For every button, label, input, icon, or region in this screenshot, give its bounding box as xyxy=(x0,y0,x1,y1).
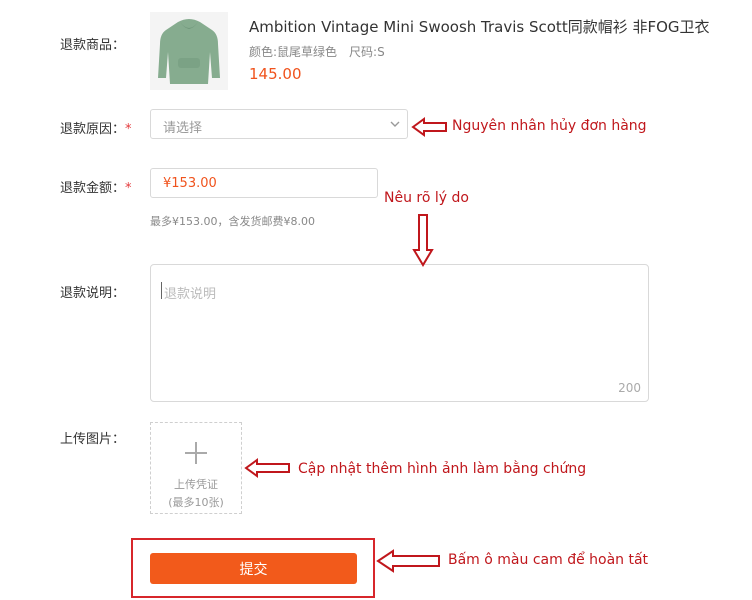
required-mark: * xyxy=(125,122,132,137)
refund-amount-input[interactable]: ¥153.00 xyxy=(150,168,378,198)
arrow-down-icon xyxy=(412,214,434,267)
chevron-down-icon xyxy=(390,121,400,127)
refund-description-textarea[interactable]: 退款说明 200 xyxy=(150,264,649,402)
arrow-left-icon xyxy=(376,549,440,573)
upload-limit-text: (最多10张) xyxy=(168,496,224,509)
refund-amount-hint: 最多¥153.00，含发货邮费¥8.00 xyxy=(150,215,315,228)
arrow-left-icon xyxy=(244,458,290,478)
annotation-upload: Cập nhật thêm hình ảnh làm bằng chứng xyxy=(298,461,587,477)
refund-reason-placeholder: 请选择 xyxy=(163,121,203,136)
product-image[interactable] xyxy=(150,12,228,90)
refund-amount-value: ¥153.00 xyxy=(163,176,217,191)
hoodie-icon xyxy=(150,12,228,90)
upload-images-label: 上传图片： xyxy=(60,432,126,447)
annotation-reason: Nguyên nhân hủy đơn hàng xyxy=(452,118,647,134)
refund-description-label: 退款说明： xyxy=(60,286,126,301)
refund-reason-label: 退款原因：* xyxy=(60,122,132,137)
product-title[interactable]: Ambition Vintage Mini Swoosh Travis Scot… xyxy=(249,16,710,37)
arrow-left-icon xyxy=(411,117,447,137)
annotation-submit: Bấm ô màu cam để hoàn tất xyxy=(448,552,649,568)
required-mark: * xyxy=(125,181,132,196)
product-size: 尺码:S xyxy=(349,45,385,59)
character-counter: 200 xyxy=(618,381,641,395)
product-spec: 颜色:鼠尾草绿色 尺码:S xyxy=(249,43,385,60)
refund-reason-select[interactable]: 请选择 xyxy=(150,109,408,139)
upload-proof-button[interactable]: 上传凭证 (最多10张) xyxy=(150,422,242,514)
upload-proof-text: 上传凭证 xyxy=(174,478,218,491)
refund-description-placeholder: 退款说明 xyxy=(160,282,216,302)
product-color: 颜色:鼠尾草绿色 xyxy=(249,45,338,59)
product-price: 145.00 xyxy=(249,65,302,83)
refund-amount-label: 退款金额：* xyxy=(60,181,132,196)
annotation-explain: Nêu rõ lý do xyxy=(384,190,469,206)
plus-icon xyxy=(185,442,207,464)
refund-product-label: 退款商品： xyxy=(60,38,126,53)
submit-button[interactable]: 提交 xyxy=(150,553,357,584)
